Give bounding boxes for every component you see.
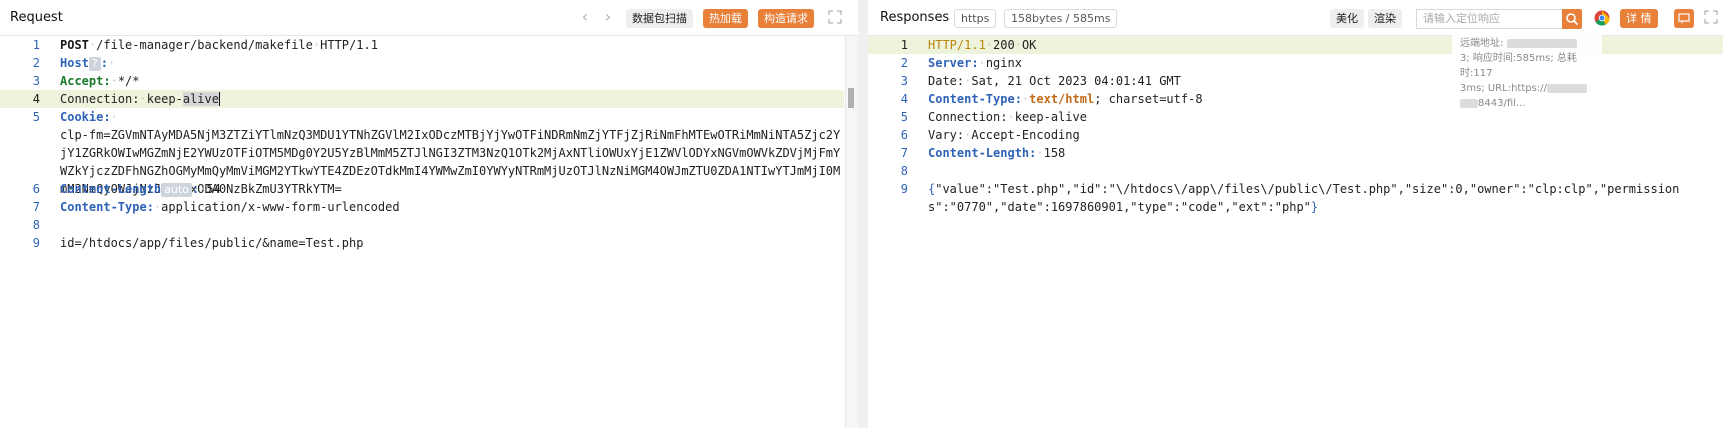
response-toolbar: Responses https 158bytes / 585ms 美化 渲染 请… [868, 0, 1723, 36]
response-info-tooltip: 远端地址: 3; 响应时间:585ms; 总耗时:117 3ms; URL:ht… [1452, 34, 1602, 109]
scrollbar-thumb[interactable] [848, 88, 854, 108]
header-value-connection: keep-alive [1014, 110, 1087, 124]
line-number: 7 [32, 200, 40, 214]
pane-divider[interactable] [858, 0, 868, 428]
response-line: 5 Connection:·keep-alive [868, 108, 1723, 126]
header-key-server: Server: [928, 56, 979, 70]
header-value-connection: keep- [146, 92, 183, 106]
request-editor[interactable]: 1 POST·/file-manager/backend/makefile·HT… [0, 36, 858, 428]
header-value-content-type: application/x-www-form-urlencoded [161, 200, 400, 214]
header-key-date: Date: [928, 74, 965, 88]
line-number: 5 [900, 110, 908, 124]
line-number: 9 [900, 182, 908, 196]
header-value-content-length: 158 [1043, 146, 1066, 160]
line-number: 4 [900, 92, 908, 106]
expand-icon[interactable] [828, 10, 843, 25]
line-number: 2 [900, 56, 908, 70]
header-value-accept: */* [117, 74, 140, 88]
header-key-host: Host [60, 56, 89, 70]
response-search-input[interactable]: 请输入定位响应 [1416, 9, 1562, 29]
header-key-content-length: Content-Length [60, 182, 162, 196]
response-status-code: 200 [993, 38, 1015, 52]
header-key-content-type: Content-Type: [928, 92, 1022, 106]
response-line: 8 [868, 162, 1723, 180]
header-key-content-type: Content-Type: [60, 200, 154, 214]
chevron-right-icon[interactable]: › [601, 8, 615, 26]
request-pane: Request ‹ › 数据包扫描 热加载 构造请求 1 POST·/file-… [0, 0, 858, 428]
response-line: 7 Content-Length:·158 [868, 144, 1723, 162]
header-key-vary: Vary: [928, 128, 965, 142]
header-key-accept: Accept: [60, 74, 111, 88]
size-time-badge: 158bytes / 585ms [1004, 9, 1118, 28]
header-value-server: nginx [985, 56, 1022, 70]
header-key-connection: Connection: [928, 110, 1008, 124]
request-line: 7 Content-Type:·application/x-www-form-u… [0, 198, 858, 216]
header-value-content-length: 54 [206, 182, 221, 196]
header-key-cookie: Cookie: [60, 110, 111, 124]
host-help-badge[interactable]: ? [88, 57, 101, 71]
response-version: HTTP/1.1 [928, 38, 986, 52]
content-length-auto-badge[interactable]: auto [161, 183, 192, 197]
line-number: 5 [32, 110, 40, 124]
request-title: Request [10, 10, 63, 25]
header-value-charset: ; charset=utf-8 [1094, 92, 1203, 106]
request-toolbar: Request ‹ › 数据包扫描 热加载 构造请求 [0, 0, 858, 36]
chrome-icon[interactable] [1594, 10, 1610, 26]
request-line: 8 [0, 216, 858, 234]
request-line: 5 Cookie:· [0, 108, 858, 126]
tooltip-port: 8443/fil... [1478, 98, 1526, 109]
tooltip-remote-label: 远端地址: [1460, 38, 1504, 49]
tooltip-timing: 3; 响应时间:585ms; 总耗时:117 [1460, 53, 1577, 79]
header-value-mime: text/html [1029, 92, 1095, 106]
request-line: 3 Accept:·*/* [0, 72, 858, 90]
request-method: POST [60, 38, 89, 52]
line-number: 8 [900, 164, 908, 178]
request-scrollbar[interactable] [845, 36, 858, 428]
header-key-connection: Connection: [60, 92, 140, 106]
render-button[interactable]: 渲染 [1368, 9, 1402, 28]
hot-load-button[interactable]: 热加载 [703, 9, 748, 28]
request-line: 1 POST·/file-manager/backend/makefile·HT… [0, 36, 858, 54]
line-number: 7 [900, 146, 908, 160]
comment-icon[interactable] [1674, 9, 1694, 28]
response-title: Responses [880, 10, 950, 25]
details-button[interactable]: 详 情 [1620, 9, 1658, 28]
line-number: 1 [32, 38, 40, 52]
line-number: 4 [32, 92, 40, 106]
header-value-vary: Accept-Encoding [971, 128, 1080, 142]
protocol-badge: https [954, 9, 997, 28]
line-number: 8 [32, 218, 40, 232]
line-number: 6 [32, 182, 40, 196]
header-value-date: Sat, 21 Oct 2023 04:01:41 GMT [971, 74, 1181, 88]
response-line: 6 Vary:·Accept-Encoding [868, 126, 1723, 144]
beautify-button[interactable]: 美化 [1330, 9, 1364, 28]
packet-scan-button[interactable]: 数据包扫描 [626, 9, 693, 28]
response-reason: OK [1021, 38, 1037, 52]
response-line: 9 {"value":"Test.php","id":"\/htdocs\/ap… [868, 180, 1723, 216]
line-number: 3 [900, 74, 908, 88]
selected-text: alive [182, 92, 219, 106]
expand-icon[interactable] [1704, 10, 1719, 25]
chevron-left-icon[interactable]: ‹ [578, 8, 592, 26]
request-line-active: 4 Connection:·keep-alive [0, 90, 844, 108]
request-line: 9 id=/htdocs/app/files/public/&name=Test… [0, 234, 858, 252]
line-number: 6 [900, 128, 908, 142]
request-line: 2 Host?:· [0, 54, 858, 72]
request-line: 6 Content-Length auto:·54 [0, 180, 858, 198]
line-number: 2 [32, 56, 40, 70]
header-key-content-length: Content-Length: [928, 146, 1037, 160]
build-request-button[interactable]: 构造请求 [758, 9, 814, 28]
response-body-json: {"value":"Test.php","id":"\/htdocs\/app\… [928, 182, 1680, 214]
line-number: 9 [32, 236, 40, 250]
request-body: id=/htdocs/app/files/public/&name=Test.p… [60, 236, 364, 250]
line-number: 1 [900, 38, 908, 52]
search-icon[interactable] [1562, 9, 1582, 29]
tooltip-url: 3ms; URL:https:// [1460, 83, 1547, 94]
request-path: /file-manager/backend/makefile [96, 38, 313, 52]
line-number: 3 [32, 74, 40, 88]
request-version: HTTP/1.1 [320, 38, 378, 52]
